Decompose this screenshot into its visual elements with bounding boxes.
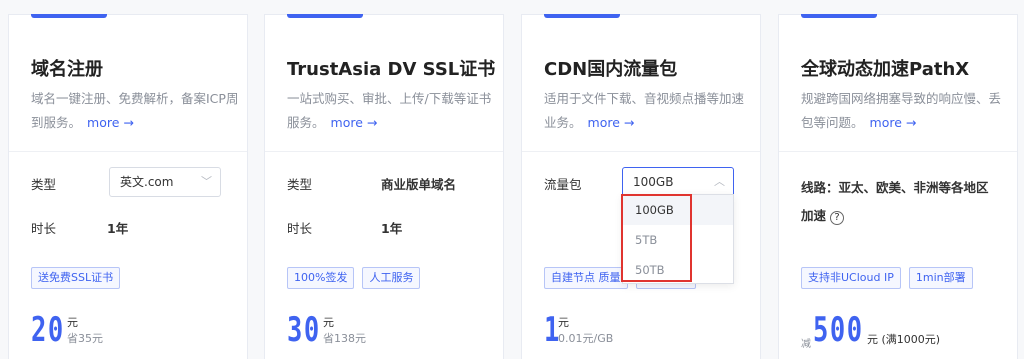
card-accent-bar [544,14,620,18]
more-link[interactable]: more → [87,115,134,130]
traffic-select-value: 100GB [633,175,674,189]
type-select-value: 英文.com [120,175,174,189]
price-unit: 元 (满1000元) [867,333,941,346]
tag: 100%签发 [287,267,355,289]
type-value: 商业版单域名 [381,177,457,192]
card-desc: 域名一键注册、免费解析，备案ICP周到服务。 more → [31,87,243,135]
divider [9,151,247,152]
card-title: 全球动态加速PathX [801,59,970,80]
price-save: 省138元 [323,332,366,345]
price-block: 减 500 元 (满1000元) [801,311,940,350]
card-domain: 域名注册 域名一键注册、免费解析，备案ICP周到服务。 more → 类型 英文.… [8,14,248,359]
card-title: 域名注册 [31,59,103,80]
tag-list: 送免费SSL证书 [31,267,121,289]
price-block: 1 元 0.01元/GB [544,311,613,349]
tag: 送免费SSL证书 [31,267,121,289]
card-desc: 一站式购买、审批、上传/下载等证书服务。 more → [287,87,499,135]
type-row: 类型 商业版单域名 [287,174,456,193]
dropdown-option[interactable]: 100GB [623,195,733,225]
dropdown-option[interactable]: 5TB [623,225,733,255]
card-desc-text: 一站式购买、审批、上传/下载等证书服务。 [287,91,492,130]
price-value: 20 [31,310,65,350]
more-link[interactable]: more → [331,115,378,130]
card-ssl: TrustAsia DV SSL证书 一站式购买、审批、上传/下载等证书服务。 m… [264,14,504,359]
traffic-dropdown: 100GB 5TB 50TB [622,194,734,284]
more-link[interactable]: more → [870,115,917,130]
tag: 自建节点 质量 [544,267,628,289]
traffic-select[interactable]: 100GB ︿ [622,167,734,197]
card-desc: 适用于文件下载、音视频点播等加速业务。 more → [544,87,756,135]
dropdown-option[interactable]: 50TB [623,255,733,285]
card-desc: 规避跨国网络拥塞导致的响应慢、丢包等问题。 more → [801,87,1013,135]
duration-value: 1年 [381,221,403,236]
tag: 支持非UCloud IP [801,267,901,289]
price-block: 30 元 省138元 [287,311,366,349]
tag-list: 100%签发 人工服务 [287,267,421,289]
card-accent-bar [287,14,363,18]
price-block: 20 元 省35元 [31,311,103,349]
product-grid: 域名注册 域名一键注册、免费解析，备案ICP周到服务。 more → 类型 英文.… [0,0,1024,359]
price-unit: 元 [67,316,78,329]
divider [779,151,1017,152]
card-cdn: CDN国内流量包 适用于文件下载、音视频点播等加速业务。 more → 流量包 1… [521,14,761,359]
tag: 人工服务 [362,267,421,289]
type-select[interactable]: 英文.com ﹀ [109,167,221,197]
divider [265,151,503,152]
chevron-down-icon: ﹀ [201,175,212,188]
price-per-gb: 0.01元/GB [558,332,614,345]
tag: 1min部署 [908,267,973,289]
duration-row: 时长 1年 [287,218,402,237]
card-title: TrustAsia DV SSL证书 [287,59,496,80]
card-desc-text: 域名一键注册、免费解析，备案ICP周到服务。 [31,91,239,130]
duration-value: 1年 [107,221,129,236]
price-unit-block: 元 省35元 [67,311,103,346]
card-desc-text: 适用于文件下载、音视频点播等加速业务。 [544,91,745,130]
chevron-up-icon: ︿ [714,175,725,188]
duration-row: 时长 1年 [31,218,128,237]
card-title: CDN国内流量包 [544,59,678,80]
tag-list: 支持非UCloud IP 1min部署 [801,267,973,289]
price-value: 30 [287,310,321,350]
help-icon[interactable]: ? [830,211,845,225]
duration-label: 时长 [287,221,313,236]
duration-label: 时长 [31,221,57,236]
card-accent-bar [801,14,877,18]
type-label: 类型 [31,177,57,192]
price-value: 1 [544,310,561,350]
card-accent-bar [31,14,107,18]
divider [522,151,760,152]
price-unit-block: 元 0.01元/GB [558,311,613,346]
price-save: 省35元 [67,332,103,345]
price-value: 500 [813,310,864,350]
more-link[interactable]: more → [588,115,635,130]
type-label: 类型 [287,177,313,192]
price-unit: 元 [323,316,334,329]
traffic-label: 流量包 [544,177,582,192]
card-pathx: 全球动态加速PathX 规避跨国网络拥塞导致的响应慢、丢包等问题。 more → … [778,14,1018,359]
line-info: 线路：亚太、欧美、非洲等各地区加速? [801,174,997,230]
price-prefix: 减 [801,339,811,350]
price-unit-block: 元 省138元 [323,311,366,346]
